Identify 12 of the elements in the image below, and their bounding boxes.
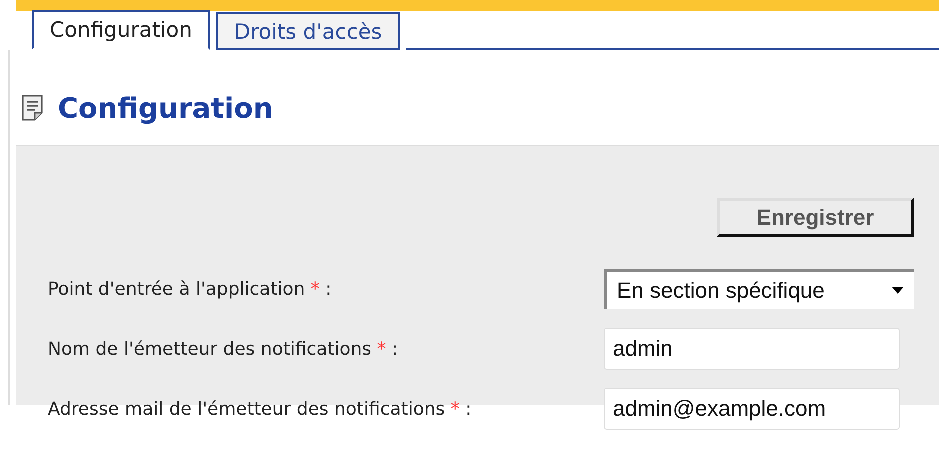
tab[interactable]: Configuration bbox=[32, 10, 210, 50]
tab[interactable]: Droits d'accès bbox=[216, 12, 400, 50]
input-field[interactable]: admin bbox=[604, 328, 900, 370]
page-heading: Configuration bbox=[58, 92, 274, 124]
save-button[interactable]: Enregistrer bbox=[717, 198, 914, 237]
dropdown[interactable]: En section spécifique bbox=[604, 269, 914, 309]
document-icon bbox=[22, 95, 44, 121]
caret-icon bbox=[892, 287, 904, 294]
field-label: Nom de l'émetteur des notifications * : bbox=[48, 338, 398, 360]
field-label: Point d'entrée à l'application * : bbox=[48, 278, 332, 300]
input-field[interactable]: admin@example.com bbox=[604, 388, 900, 430]
field-label: Adresse mail de l'émetteur des notifications * : bbox=[48, 398, 472, 420]
